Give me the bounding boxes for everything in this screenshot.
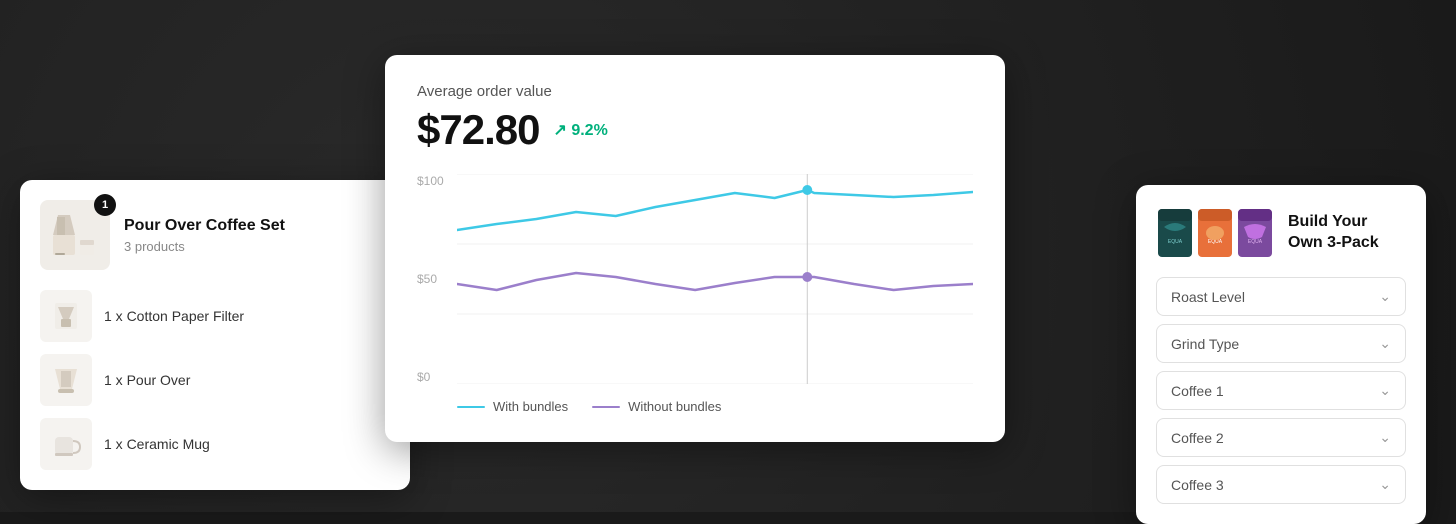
dropdown-grind-type[interactable]: Grind Type ⌄ — [1156, 324, 1406, 363]
cart-product-subtitle: 3 products — [124, 239, 285, 254]
y-label-100: $100 — [417, 174, 453, 188]
chart-legend: With bundles Without bundles — [457, 399, 721, 414]
cart-item: 1 x Cotton Paper Filter — [40, 290, 390, 342]
dropdown-coffee-1-label: Coffee 1 — [1171, 383, 1224, 399]
bag-3-icon: EQUA — [1236, 205, 1274, 261]
cart-card: 1 Pour Over Coffee Set 3 products 1 x Co… — [20, 180, 410, 490]
y-label-50: $50 — [417, 272, 453, 286]
item-label-mug: 1 x Ceramic Mug — [104, 436, 210, 452]
svg-text:EQUA: EQUA — [1248, 239, 1263, 245]
build-title: Build Your Own 3-Pack — [1288, 212, 1406, 254]
chevron-down-icon: ⌄ — [1379, 335, 1391, 352]
with-bundles-dot — [802, 185, 812, 195]
filter-icon — [47, 297, 85, 335]
pourover-icon — [47, 361, 85, 399]
dropdown-coffee-3[interactable]: Coffee 3 ⌄ — [1156, 465, 1406, 504]
item-label-pourover: 1 x Pour Over — [104, 372, 190, 388]
cart-product-title: Pour Over Coffee Set — [124, 216, 285, 237]
without-bundles-line — [457, 273, 973, 290]
cart-product-info: Pour Over Coffee Set 3 products — [124, 216, 285, 254]
cart-badge: 1 — [94, 194, 116, 216]
mug-icon — [47, 425, 85, 463]
build-bag-images: EQUA EQUA EQUA — [1156, 205, 1274, 261]
analytics-label: Average order value — [417, 83, 973, 100]
bag-2-icon: EQUA — [1196, 205, 1234, 261]
legend-line-with-bundles — [457, 406, 485, 408]
analytics-change: ↗ 9.2% — [553, 120, 607, 140]
bag-image-2: EQUA — [1196, 205, 1234, 261]
bag-image-1: EQUA — [1156, 205, 1194, 261]
legend-without-bundles: Without bundles — [592, 399, 721, 414]
chevron-down-icon: ⌄ — [1379, 288, 1391, 305]
legend-line-without-bundles — [592, 406, 620, 408]
item-label-filter: 1 x Cotton Paper Filter — [104, 308, 244, 324]
chevron-down-icon: ⌄ — [1379, 382, 1391, 399]
pour-over-set-icon — [45, 205, 105, 265]
svg-text:EQUA: EQUA — [1168, 239, 1183, 245]
without-bundles-dot — [802, 272, 812, 282]
y-label-0: $0 — [417, 370, 453, 384]
legend-with-bundles: With bundles — [457, 399, 568, 414]
legend-label-without-bundles: Without bundles — [628, 399, 721, 414]
dropdown-grind-type-label: Grind Type — [1171, 336, 1239, 352]
item-thumb-filter — [40, 290, 92, 342]
cart-item: 1 x Ceramic Mug — [40, 418, 390, 470]
chart-svg — [457, 174, 973, 384]
cart-item: 1 x Pour Over — [40, 354, 390, 406]
legend-label-with-bundles: With bundles — [493, 399, 568, 414]
bag-image-3: EQUA — [1236, 205, 1274, 261]
analytics-value-row: $72.80 ↗ 9.2% — [417, 106, 973, 154]
analytics-value: $72.80 — [417, 106, 539, 154]
dropdown-coffee-1[interactable]: Coffee 1 ⌄ — [1156, 371, 1406, 410]
with-bundles-line — [457, 190, 973, 230]
dropdown-coffee-3-label: Coffee 3 — [1171, 477, 1224, 493]
chart-y-labels: $100 $50 $0 — [417, 174, 453, 414]
build-card: EQUA EQUA EQUA — [1136, 185, 1426, 524]
dropdown-roast-level[interactable]: Roast Level ⌄ — [1156, 277, 1406, 316]
dropdown-coffee-2-label: Coffee 2 — [1171, 430, 1224, 446]
chevron-down-icon: ⌄ — [1379, 476, 1391, 493]
chart-svg-container — [457, 174, 973, 384]
dropdown-roast-level-label: Roast Level — [1171, 289, 1245, 305]
item-thumb-pourover — [40, 354, 92, 406]
dropdown-coffee-2[interactable]: Coffee 2 ⌄ — [1156, 418, 1406, 457]
item-thumb-mug — [40, 418, 92, 470]
build-header: EQUA EQUA EQUA — [1156, 205, 1406, 261]
cart-product-image-wrap: 1 — [40, 200, 110, 270]
chevron-down-icon: ⌄ — [1379, 429, 1391, 446]
bag-1-icon: EQUA — [1156, 205, 1194, 261]
cart-items-list: 1 x Cotton Paper Filter 1 x Pour Over — [40, 290, 390, 470]
analytics-card: Average order value $72.80 ↗ 9.2% $100 $… — [385, 55, 1005, 442]
build-dropdowns: Roast Level ⌄ Grind Type ⌄ Coffee 1 ⌄ Co… — [1156, 277, 1406, 504]
cart-header: 1 Pour Over Coffee Set 3 products — [40, 200, 390, 270]
chart-area: $100 $50 $0 — [417, 174, 973, 414]
